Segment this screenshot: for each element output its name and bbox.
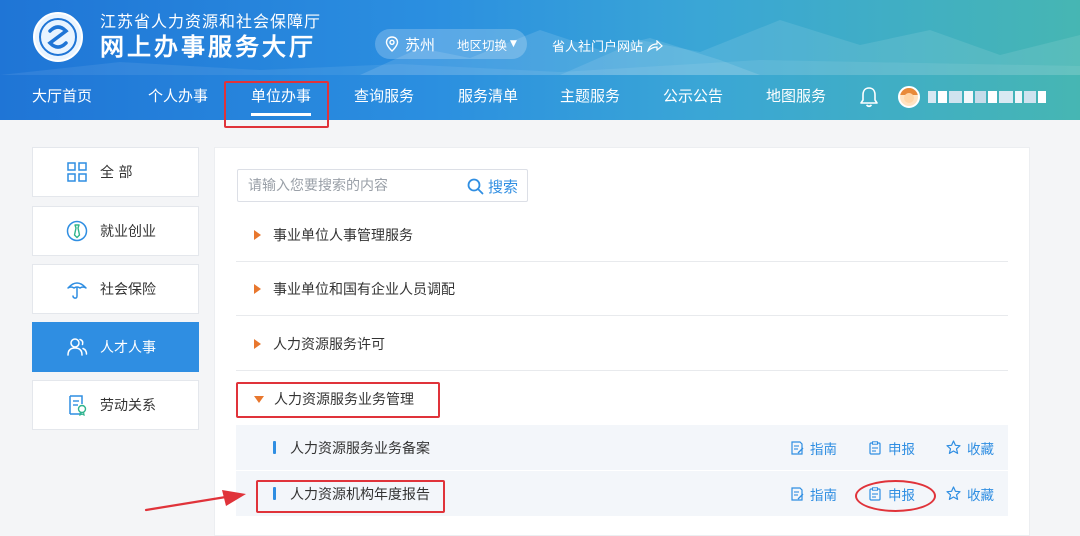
guide-button[interactable]: 指南 (790, 425, 837, 470)
location-pin-icon (385, 36, 399, 52)
sidebar-item-employment[interactable]: 就业创业 (32, 206, 199, 256)
search-button[interactable]: 搜索 (467, 176, 518, 196)
logo-emblem-icon (39, 18, 77, 56)
tie-icon (66, 220, 88, 242)
share-arrow-icon (647, 39, 663, 52)
sidebar-item-talent-personnel[interactable]: 人才人事 (32, 322, 199, 372)
sidebar-item-labor-relations[interactable]: 劳动关系 (32, 380, 199, 430)
nav-item-personal[interactable]: 个人办事 (148, 74, 208, 120)
guide-label: 指南 (810, 487, 837, 504)
user-name-masked (928, 91, 1046, 103)
portal-link[interactable]: 省人社门户网站 (552, 36, 663, 55)
site-title: 江苏省人力资源和社会保障厅 网上办事服务大厅 (100, 12, 321, 62)
portal-link-label: 省人社门户网站 (552, 40, 644, 55)
sidebar-item-social-insurance[interactable]: 社会保险 (32, 264, 199, 314)
apply-label: 申报 (888, 441, 915, 458)
contract-icon (69, 395, 87, 416)
site-title-hall: 网上办事服务大厅 (100, 33, 316, 61)
nav-item-theme[interactable]: 主题服务 (560, 74, 620, 120)
triangle-right-icon (254, 338, 261, 349)
chevron-down-icon: ▼ (510, 39, 517, 49)
region-switch-button[interactable]: 地区切换 (457, 35, 507, 54)
user-avatar-icon (900, 88, 918, 103)
service-item: 人力资源服务业务备案 指南 申报 收藏 (236, 425, 1008, 470)
favorite-label: 收藏 (967, 441, 994, 458)
nav-item-service-list[interactable]: 服务清单 (458, 74, 518, 120)
favorite-button[interactable]: 收藏 (946, 425, 994, 470)
triangle-right-icon (254, 229, 261, 240)
sidebar-item-label: 社会保险 (100, 282, 156, 298)
umbrella-icon (67, 282, 87, 299)
nav-item-query[interactable]: 查询服务 (354, 74, 414, 120)
category-label: 事业单位和国有企业人员调配 (273, 281, 455, 298)
category-item[interactable]: 事业单位和国有企业人员调配 (236, 262, 1008, 316)
category-label: 事业单位人事管理服务 (273, 227, 413, 244)
annotation-box-nav (224, 81, 329, 128)
nav-item-home[interactable]: 大厅首页 (32, 74, 92, 120)
guide-doc-icon (791, 440, 804, 455)
grid-icon (67, 162, 87, 182)
guide-label: 指南 (810, 441, 837, 458)
search-box: 搜索 (237, 169, 528, 202)
star-icon (946, 486, 961, 500)
sidebar-item-label: 就业创业 (100, 224, 156, 240)
people-icon (67, 338, 88, 356)
current-city: 苏州 (405, 35, 436, 54)
triangle-right-icon (254, 283, 261, 294)
guide-doc-icon (791, 486, 804, 501)
annotation-ellipse-apply (855, 480, 936, 512)
apply-button[interactable]: 申报 (868, 425, 915, 470)
sidebar-item-label: 人才人事 (100, 340, 156, 356)
category-label: 人力资源服务许可 (273, 336, 385, 353)
category-item[interactable]: 事业单位人事管理服务 (236, 208, 1008, 262)
favorite-button[interactable]: 收藏 (946, 471, 994, 516)
search-button-label: 搜索 (488, 177, 519, 196)
sidebar-item-label: 全 部 (100, 165, 133, 181)
annotation-box-report (256, 480, 445, 513)
bell-icon[interactable] (859, 86, 879, 108)
sidebar-item-all[interactable]: 全 部 (32, 147, 199, 197)
nav-item-notices[interactable]: 公示公告 (663, 74, 723, 120)
star-icon (946, 440, 961, 454)
category-item[interactable]: 人力资源服务许可 (236, 317, 1008, 371)
apply-form-icon (869, 440, 881, 455)
site-title-org: 江苏省人力资源和社会保障厅 (100, 12, 322, 31)
avatar[interactable] (898, 86, 920, 108)
nav-item-map[interactable]: 地图服务 (766, 74, 826, 120)
item-marker (273, 441, 276, 454)
search-input[interactable] (238, 170, 458, 201)
site-logo[interactable] (33, 12, 83, 62)
search-icon (467, 178, 484, 194)
annotation-box-category (236, 382, 440, 418)
sidebar-item-label: 劳动关系 (100, 398, 156, 414)
region-selector[interactable]: 苏州 地区切换 ▼ (375, 29, 527, 59)
guide-button[interactable]: 指南 (790, 471, 837, 516)
favorite-label: 收藏 (967, 487, 994, 504)
annotation-arrow-icon (144, 490, 246, 512)
service-item-label[interactable]: 人力资源服务业务备案 (290, 438, 430, 458)
